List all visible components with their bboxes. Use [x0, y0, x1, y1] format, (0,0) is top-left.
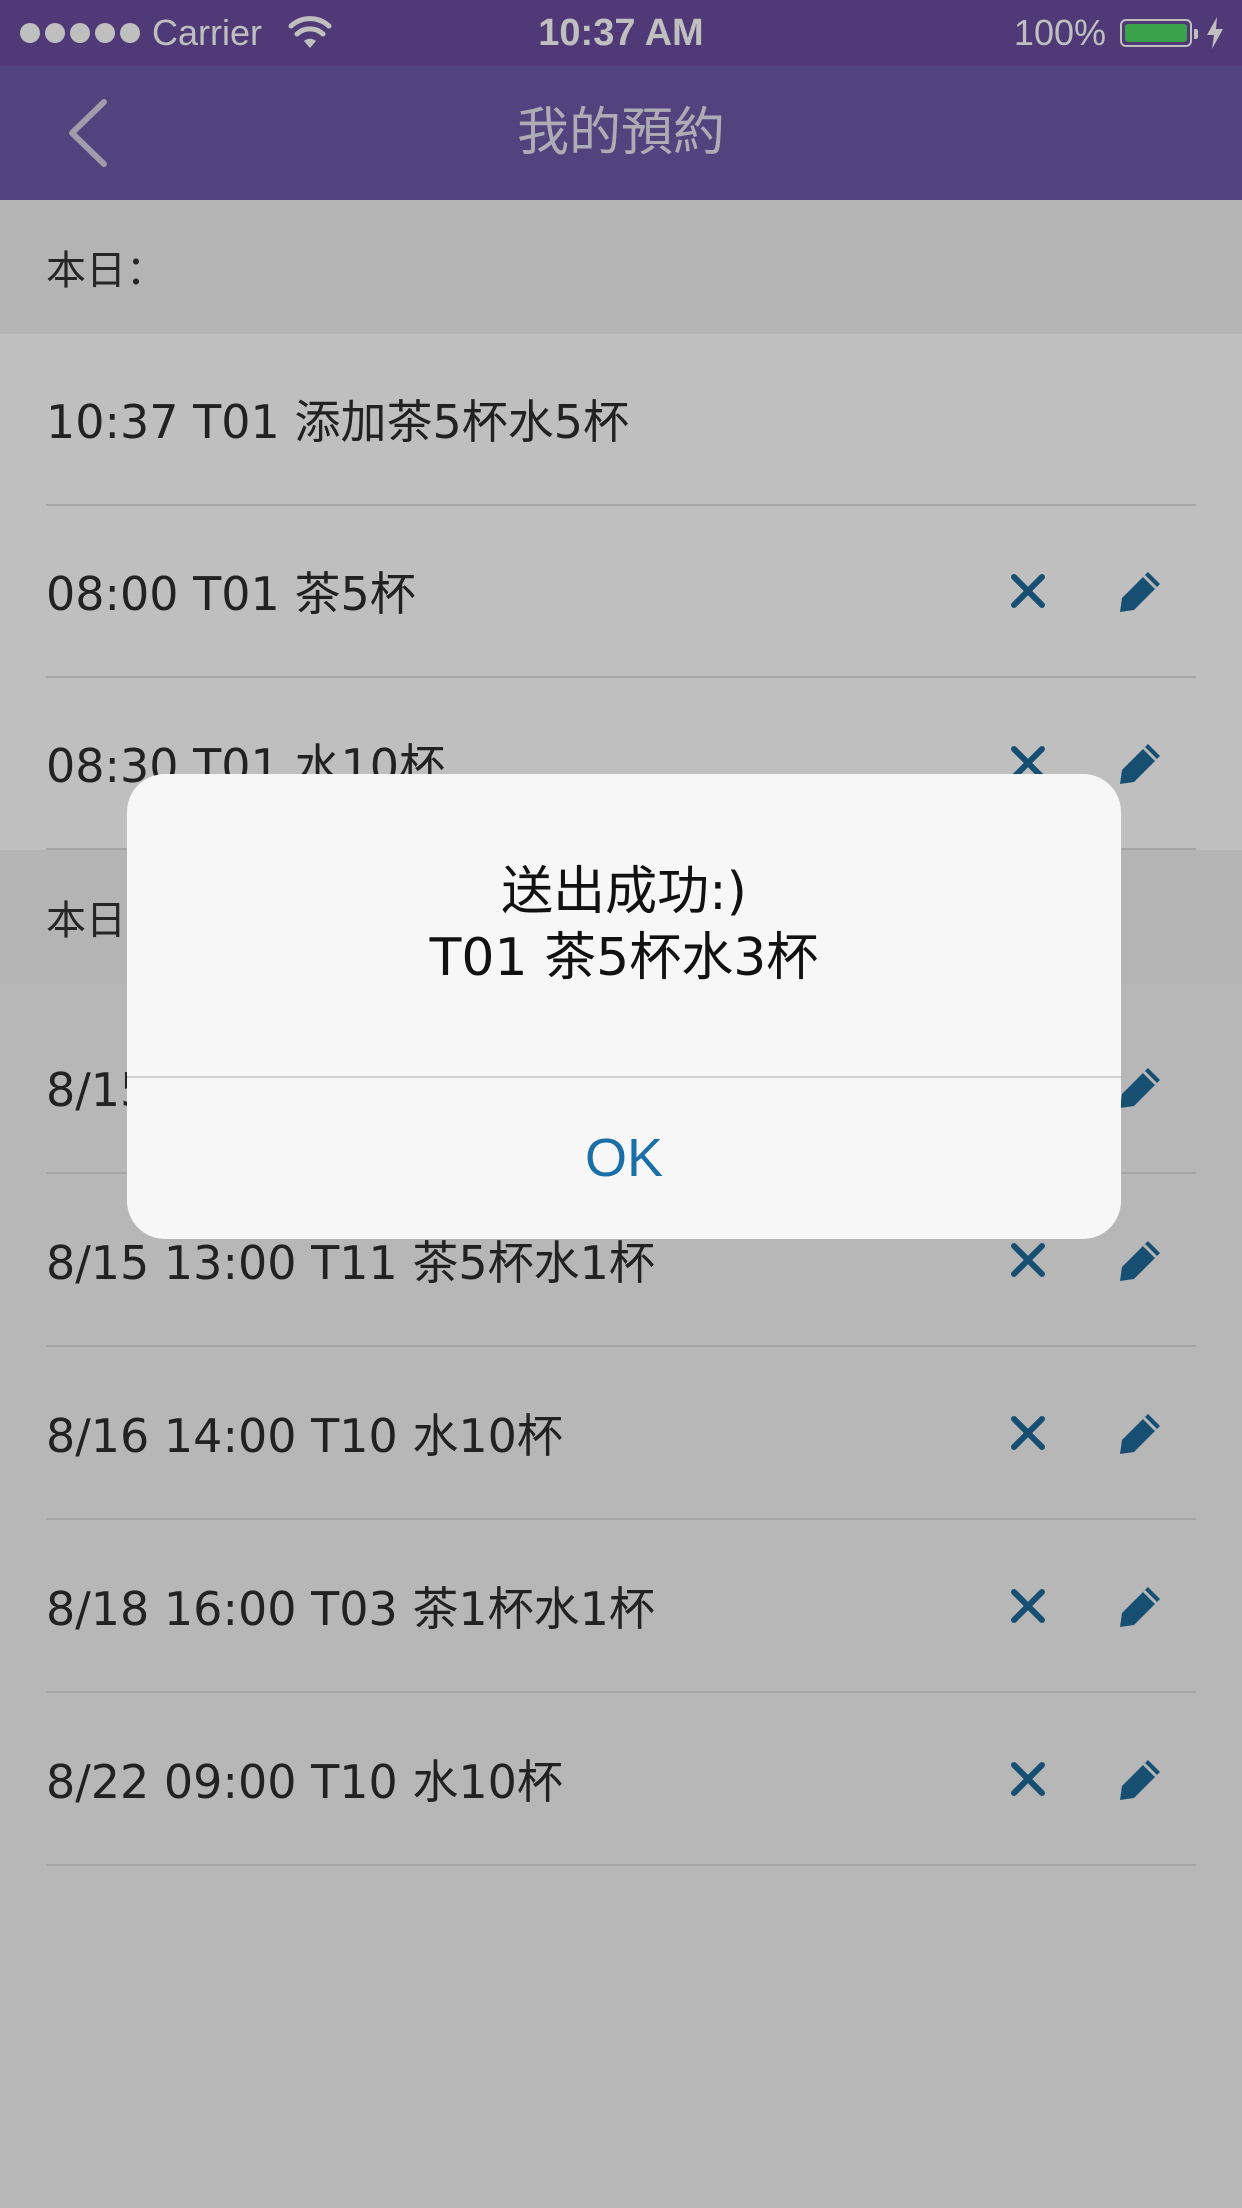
alert-line-2: T01 茶5杯水3杯	[429, 928, 819, 988]
ok-button[interactable]: OK	[127, 1078, 1121, 1239]
alert-message: 送出成功:) T01 茶5杯水3杯	[127, 774, 1121, 1076]
alert-line-1: 送出成功:)	[501, 862, 747, 922]
alert-dialog: 送出成功:) T01 茶5杯水3杯 OK	[127, 774, 1121, 1239]
